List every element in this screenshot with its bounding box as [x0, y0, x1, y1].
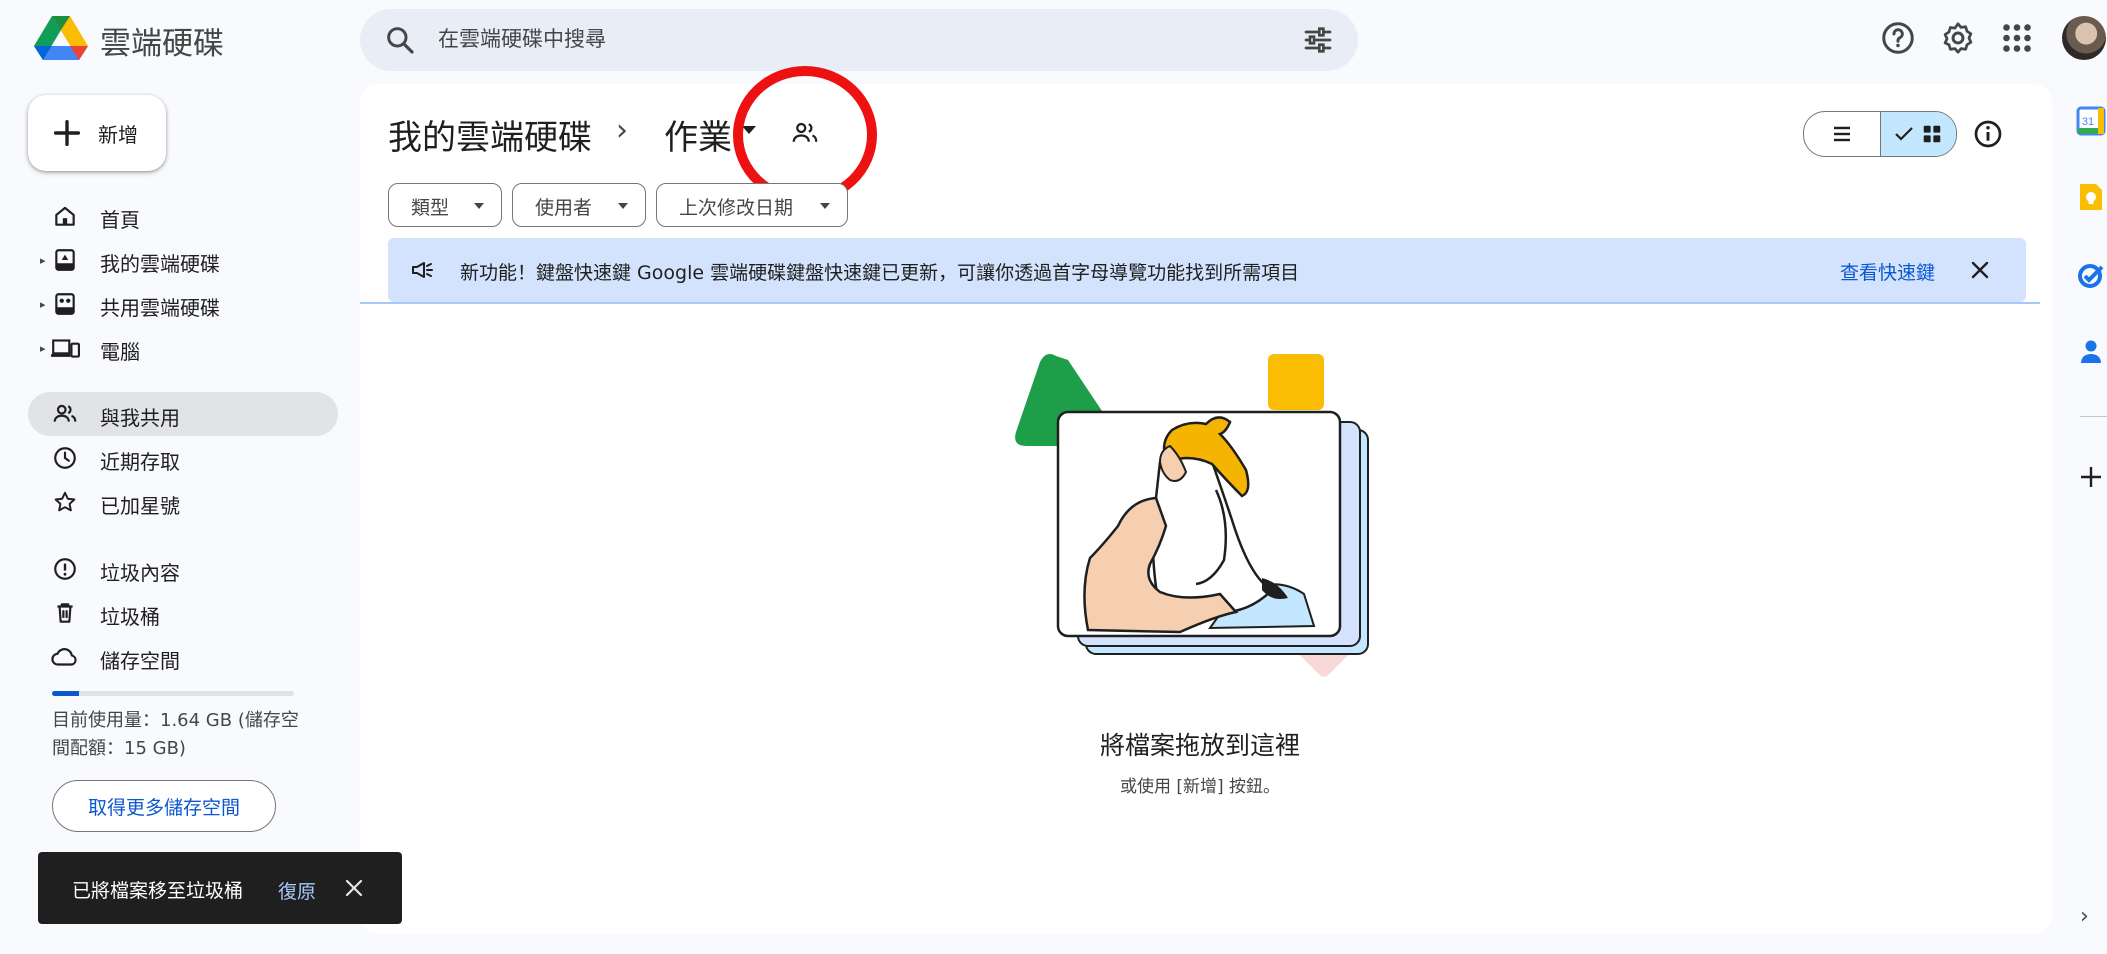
dropdown-arrow-icon	[820, 203, 830, 209]
tasks-app-icon[interactable]	[2076, 260, 2106, 290]
sidebar-item-label: 共用雲端硬碟	[100, 296, 220, 320]
close-icon[interactable]	[1968, 258, 1992, 282]
sidebar-item-starred[interactable]: 已加星號	[28, 480, 338, 524]
expand-caret-icon[interactable]: ▸	[40, 298, 46, 311]
settings-gear-icon[interactable]	[1940, 20, 1976, 56]
breadcrumb-separator: ›	[616, 113, 628, 148]
sidebar-item-label: 已加星號	[100, 494, 180, 518]
sidebar-item-computers[interactable]: ▸ 電腦	[28, 326, 338, 370]
empty-state-title: 將檔案拖放到這裡	[1099, 731, 1300, 760]
plus-icon	[53, 119, 81, 147]
help-icon[interactable]	[1880, 20, 1916, 56]
sidebar-item-trash[interactable]: 垃圾桶	[28, 591, 338, 635]
sidebar-item-label: 近期存取	[100, 450, 180, 474]
info-icon[interactable]	[1972, 118, 2004, 150]
computer-icon	[51, 339, 80, 358]
keep-app-icon[interactable]	[2076, 182, 2106, 212]
sidebar-item-label: 電腦	[100, 340, 140, 364]
shared-drives-icon	[55, 293, 75, 315]
my-drive-icon	[55, 249, 75, 271]
filter-chip-label: 使用者	[535, 197, 593, 219]
search-icon[interactable]	[384, 24, 416, 56]
drive-logo-icon[interactable]	[34, 14, 88, 62]
shared-with-me-icon	[53, 404, 77, 422]
get-more-storage-button[interactable]: 取得更多儲存空間	[52, 780, 276, 832]
banner-text: 新功能！鍵盤快速鍵 Google 雲端硬碟鍵盤快速鍵已更新，可讓你透過首字母導覽…	[460, 262, 1300, 284]
filter-people-chip[interactable]: 使用者	[512, 183, 646, 227]
dropdown-arrow-icon	[618, 203, 628, 209]
account-avatar[interactable]	[2062, 16, 2106, 60]
add-addon-plus-icon[interactable]	[2076, 462, 2106, 492]
sidebar-item-my-drive[interactable]: ▸ 我的雲端硬碟	[28, 238, 338, 282]
empty-state-subtitle: 或使用 [新增] 按鈕。	[1119, 777, 1281, 797]
sidebar-item-label: 垃圾桶	[100, 605, 160, 629]
spam-icon	[54, 558, 76, 580]
storage-usage-text: 目前使用量：1.64 GB (儲存空間配額：15 GB)	[52, 710, 299, 759]
sidebar-item-label: 儲存空間	[100, 649, 180, 673]
empty-folder-illustration	[1015, 354, 1369, 677]
contacts-app-icon[interactable]	[2076, 336, 2106, 366]
filter-chip-label: 類型	[411, 197, 450, 219]
search-input[interactable]	[438, 27, 1138, 51]
sidebar-item-label: 我的雲端硬碟	[100, 252, 220, 276]
sidebar-item-home[interactable]: 首頁	[28, 194, 338, 238]
new-button-label: 新增	[98, 123, 138, 147]
breadcrumb-current-folder[interactable]: 作業	[664, 110, 732, 159]
search-options-icon[interactable]	[1302, 24, 1334, 56]
close-icon[interactable]	[344, 878, 364, 898]
sidebar-item-label: 垃圾內容	[100, 561, 180, 585]
star-icon	[54, 491, 76, 512]
grid-view-icon	[1923, 125, 1941, 143]
expand-caret-icon[interactable]: ▸	[40, 254, 46, 267]
expand-side-panel-chevron-icon[interactable]: ›	[2080, 904, 2089, 929]
megaphone-icon	[412, 262, 433, 278]
search-bar[interactable]	[360, 9, 1358, 71]
undo-button[interactable]: 復原	[278, 877, 316, 904]
new-button[interactable]: 新增	[28, 95, 166, 171]
list-view-icon	[1834, 126, 1850, 142]
app-title[interactable]: 雲端硬碟	[100, 18, 224, 63]
clock-icon	[54, 447, 76, 469]
grid-view-button[interactable]	[1880, 112, 1956, 156]
dropdown-arrow-icon	[474, 203, 484, 209]
view-shortcuts-link[interactable]: 查看快速鍵	[1840, 258, 1935, 285]
view-toggle[interactable]	[1803, 111, 1957, 157]
calendar-day-number: 31	[2082, 116, 2094, 128]
side-panel-divider	[2080, 416, 2107, 417]
snackbar-message: 已將檔案移至垃圾桶	[72, 880, 244, 902]
calendar-app-icon[interactable]: 31	[2076, 106, 2106, 136]
sidebar-item-recent[interactable]: 近期存取	[28, 436, 338, 480]
checkmark-icon	[1895, 127, 1913, 141]
announcement-banner: 新功能！鍵盤快速鍵 Google 雲端硬碟鍵盤快速鍵已更新，可讓你透過首字母導覽…	[388, 238, 2026, 302]
sidebar-item-label: 與我共用	[100, 406, 180, 430]
filter-type-chip[interactable]: 類型	[388, 183, 502, 227]
expand-caret-icon[interactable]: ▸	[40, 342, 46, 355]
snackbar: 已將檔案移至垃圾桶 復原	[38, 852, 402, 924]
cloud-icon	[51, 648, 77, 666]
home-icon	[55, 206, 75, 226]
sidebar-item-storage[interactable]: 儲存空間	[28, 635, 338, 679]
apps-grid-icon[interactable]	[1999, 20, 2035, 56]
sidebar-item-label: 首頁	[100, 208, 140, 232]
sidebar-item-shared-drives[interactable]: ▸ 共用雲端硬碟	[28, 282, 338, 326]
breadcrumb-my-drive[interactable]: 我的雲端硬碟	[388, 110, 592, 159]
content-divider	[360, 302, 2040, 304]
list-view-button[interactable]	[1804, 112, 1880, 156]
filter-chip-label: 上次修改日期	[679, 197, 794, 219]
storage-usage-bar	[52, 691, 294, 696]
sidebar-item-spam[interactable]: 垃圾內容	[28, 547, 338, 591]
sidebar-item-shared-with-me[interactable]: 與我共用	[28, 392, 338, 436]
trash-icon	[57, 603, 73, 623]
filter-modified-chip[interactable]: 上次修改日期	[656, 183, 848, 227]
storage-usage-fill	[52, 691, 79, 696]
